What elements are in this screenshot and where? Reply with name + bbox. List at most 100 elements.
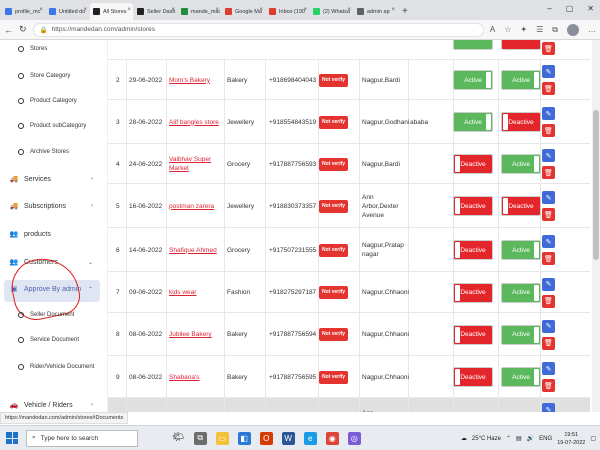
sidebar-item-services[interactable]: 🚚 Services ›	[8, 175, 107, 184]
status-toggle[interactable]: Active	[501, 70, 541, 90]
delete-button[interactable]: 🗑	[542, 294, 555, 308]
back-icon[interactable]: ←	[4, 25, 13, 35]
status-toggle[interactable]: Active	[501, 154, 541, 174]
status-toggle[interactable]: Active	[453, 112, 493, 132]
tab-close-icon[interactable]: ×	[347, 7, 351, 13]
network-icon[interactable]: ▤	[516, 435, 522, 442]
status-toggle[interactable]	[501, 40, 541, 50]
verify-badge[interactable]: Not verify	[319, 370, 349, 384]
windows-start-icon[interactable]	[6, 432, 18, 444]
store-name-link[interactable]: Vaibhav Super Market	[169, 144, 224, 184]
tray-chevron-icon[interactable]: ⌃	[506, 435, 511, 442]
status-toggle[interactable]: Active	[501, 240, 541, 260]
delete-button[interactable]: 🗑	[542, 379, 555, 392]
edit-button[interactable]: ✎	[542, 235, 555, 248]
taskbar-search-input[interactable]: ⌕ Type here to search	[26, 429, 138, 447]
collections-icon[interactable]: ⧉	[552, 25, 558, 35]
store-name-link[interactable]: Jubilee Bakery	[169, 313, 224, 356]
delete-button[interactable]: 🗑	[542, 82, 555, 95]
status-toggle[interactable]: Active	[453, 70, 493, 90]
extensions-icon[interactable]: ✦	[520, 25, 527, 34]
sidebar-item-store-category[interactable]: Store Category	[18, 73, 70, 79]
more-menu-icon[interactable]: …	[588, 25, 596, 34]
close-icon[interactable]: ✕	[587, 4, 594, 13]
page-scrollbar[interactable]	[592, 40, 600, 412]
delete-button[interactable]: 🗑	[542, 166, 555, 179]
store-name-link[interactable]: kids wear	[169, 272, 224, 313]
store-name-link[interactable]: Shabana's	[169, 356, 224, 398]
status-toggle[interactable]: Deactive	[453, 240, 493, 260]
status-toggle[interactable]: Deactive	[501, 112, 541, 132]
status-toggle[interactable]: Deactive	[453, 196, 493, 216]
word-icon[interactable]: W	[281, 431, 295, 445]
office-icon[interactable]: O	[259, 431, 273, 445]
store-icon[interactable]: ◧	[237, 431, 251, 445]
edge-icon[interactable]: e	[303, 431, 317, 445]
verify-badge[interactable]: Not verify	[319, 411, 349, 412]
store-name-link[interactable]: postman zarera	[169, 184, 224, 228]
edit-button[interactable]: ✎	[542, 149, 555, 162]
url-field[interactable]: 🔒 https://mandedan.com/admin/stores	[32, 22, 484, 37]
browser-tab[interactable]: (2) Whatsa ×	[310, 3, 353, 20]
edit-button[interactable]: ✎	[542, 277, 555, 291]
minimize-icon[interactable]: –	[547, 4, 551, 13]
verify-badge[interactable]: Not verify	[319, 157, 349, 171]
sidebar-item-seller-document[interactable]: Seller Document	[18, 312, 74, 318]
tab-close-icon[interactable]: ×	[391, 7, 395, 13]
status-toggle[interactable]: Active	[501, 324, 541, 345]
verify-badge[interactable]: Not verify	[319, 243, 349, 257]
status-toggle[interactable]: Deactive	[453, 324, 493, 345]
browser-tab[interactable]: Inbox (190 ×	[266, 3, 309, 20]
lang-indicator[interactable]: ENG	[539, 436, 552, 442]
maximize-icon[interactable]: ▢	[566, 4, 574, 13]
verify-badge[interactable]: Not verify	[319, 115, 349, 129]
favorites-bar-icon[interactable]: ☰	[536, 25, 543, 34]
task-view-icon[interactable]: ⧉	[193, 431, 207, 445]
verify-badge[interactable]: Not verify	[319, 286, 349, 299]
sidebar-item-stores[interactable]: Stores	[18, 46, 47, 52]
browser-tab[interactable]: profile_mc ×	[2, 3, 45, 20]
browser-tab[interactable]: Seller Dash ×	[134, 3, 177, 20]
edit-button[interactable]: ✎	[542, 403, 555, 412]
profile-avatar[interactable]	[567, 23, 579, 36]
delete-button[interactable]: 🗑	[542, 124, 555, 137]
verify-badge[interactable]: Not verify	[319, 73, 349, 87]
delete-button[interactable]: 🗑	[542, 336, 555, 350]
browser-tab[interactable]: Google Ma ×	[222, 3, 265, 20]
sidebar-item-vehicle-riders[interactable]: 🚗 Vehicle / Riders ›	[8, 401, 107, 410]
browser-tab[interactable]: mande_mai ×	[178, 3, 221, 20]
sidebar-item-product-category[interactable]: Product Category	[18, 98, 77, 104]
edit-button[interactable]: ✎	[542, 107, 555, 120]
read-aloud-icon[interactable]: A	[490, 25, 495, 34]
edit-button[interactable]: ✎	[542, 191, 555, 204]
sidebar-item-products[interactable]: 👥 products	[8, 230, 107, 239]
favorite-icon[interactable]: ☆	[504, 25, 511, 34]
status-toggle[interactable]: Deactive	[453, 282, 493, 303]
status-toggle[interactable]: Active	[501, 367, 541, 387]
browser-tab[interactable]: Untitled do ×	[46, 3, 89, 20]
delete-button[interactable]: 🗑	[542, 42, 555, 55]
scrollbar-thumb[interactable]	[593, 110, 599, 260]
app-icon[interactable]: ◎	[347, 431, 361, 445]
sidebar-item-product-subcategory[interactable]: Product subCategory	[18, 123, 86, 129]
browser-tab[interactable]: All Stores ×	[90, 3, 133, 20]
verify-badge[interactable]: Not verify	[319, 199, 349, 213]
tab-close-icon[interactable]: ×	[171, 7, 175, 13]
verify-badge[interactable]: Not verify	[319, 328, 349, 341]
edit-button[interactable]: ✎	[542, 65, 555, 78]
sidebar-item-archive-stores[interactable]: Archive Stores	[18, 149, 69, 155]
store-name-link[interactable]: TMAZ Taqueria	[169, 398, 224, 412]
tab-close-icon[interactable]: ×	[259, 7, 263, 13]
tab-close-icon[interactable]: ×	[303, 7, 307, 13]
edit-button[interactable]: ✎	[542, 362, 555, 375]
status-toggle[interactable]	[453, 40, 493, 50]
tab-close-icon[interactable]: ×	[83, 7, 87, 13]
store-name-link[interactable]: Alif bangles store	[169, 100, 224, 144]
status-toggle[interactable]: Active	[501, 282, 541, 303]
chrome-icon[interactable]: ◉	[325, 431, 339, 445]
edit-button[interactable]: ✎	[542, 319, 555, 333]
file-explorer-icon[interactable]: ▭	[215, 431, 229, 445]
tab-close-icon[interactable]: ×	[215, 7, 219, 13]
status-toggle[interactable]: Deactive	[501, 196, 541, 216]
sidebar-item-service-document[interactable]: Service Document	[18, 337, 79, 343]
